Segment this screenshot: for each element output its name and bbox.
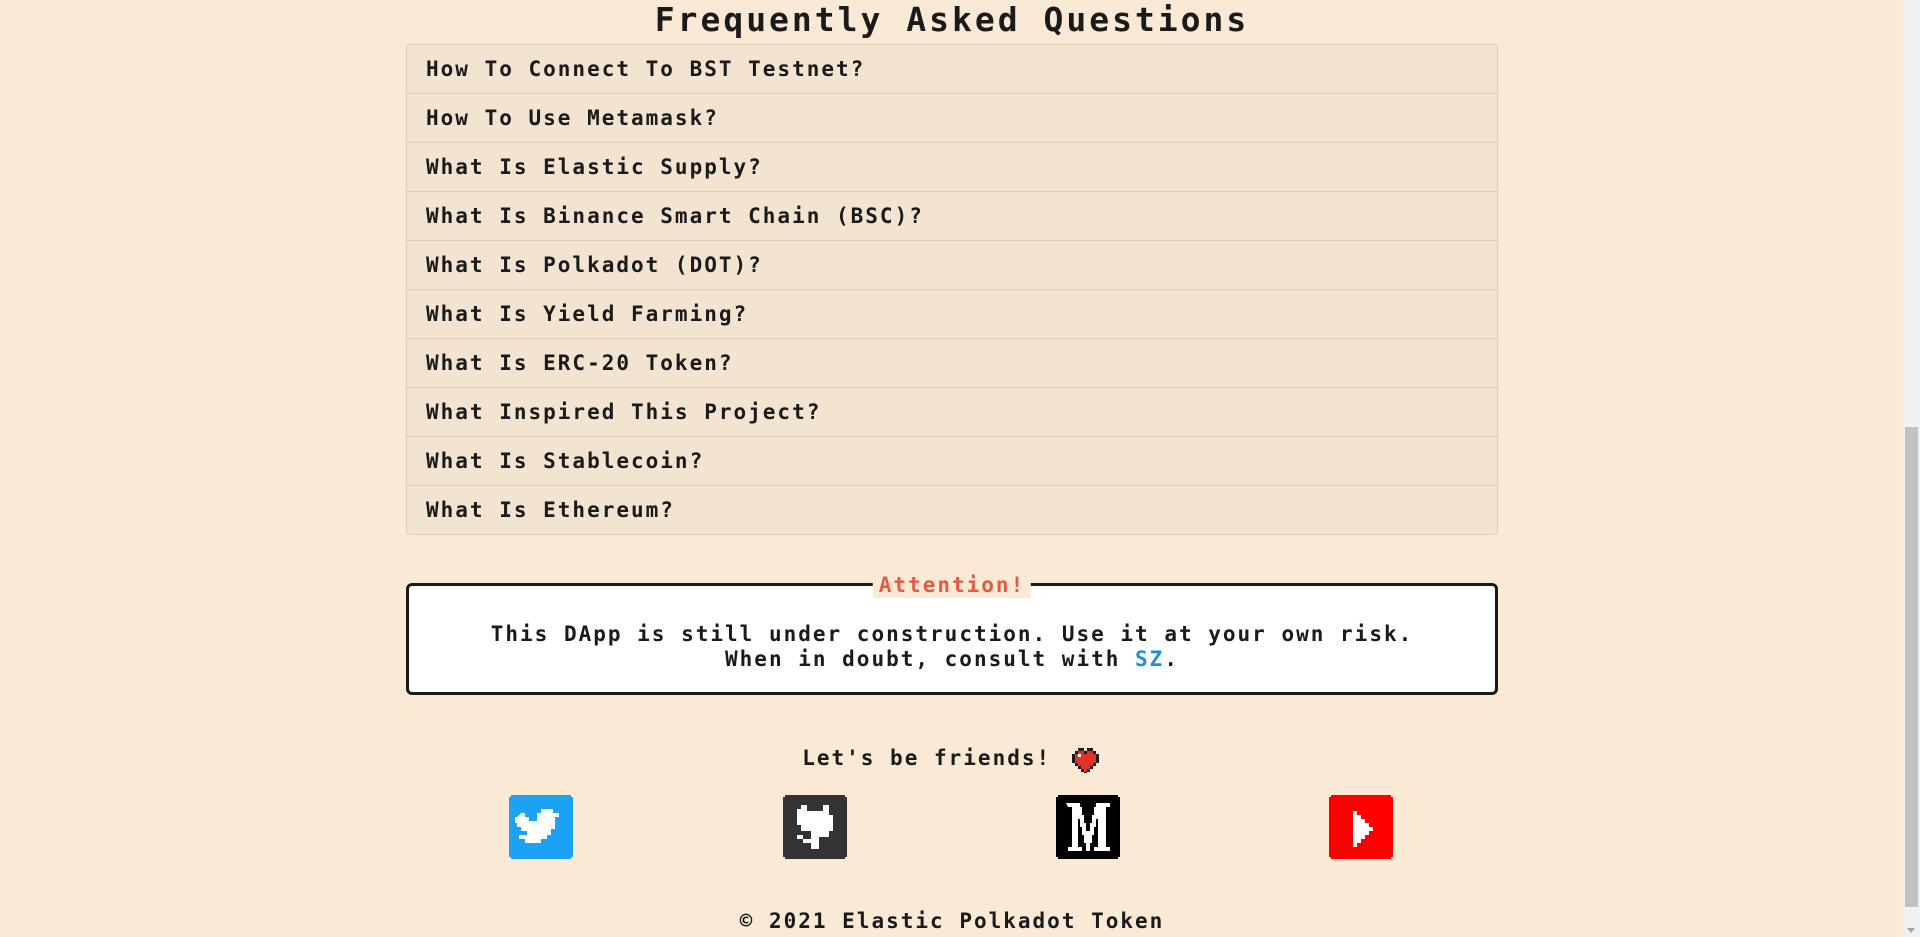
attention-line-2-suffix: . <box>1164 647 1179 671</box>
faq-item-inspired-project[interactable]: What Inspired This Project? <box>407 388 1497 437</box>
attention-box: Attention! This DApp is still under cons… <box>406 572 1498 695</box>
medium-link[interactable] <box>1056 795 1120 859</box>
faq-item-ethereum[interactable]: What Is Ethereum? <box>407 486 1497 534</box>
faq-item-erc20-token[interactable]: What Is ERC-20 Token? <box>407 339 1497 388</box>
youtube-link[interactable] <box>1329 795 1393 859</box>
sz-link[interactable]: SZ <box>1135 647 1164 671</box>
faq-item-polkadot[interactable]: What Is Polkadot (DOT)? <box>407 241 1497 290</box>
faq-item-use-metamask[interactable]: How To Use Metamask? <box>407 94 1497 143</box>
page-scrollbar[interactable] <box>1903 0 1920 937</box>
copyright-text: © 2021 Elastic Polkadot Token <box>739 909 1165 933</box>
twitter-icon <box>509 795 573 859</box>
faq-item-elastic-supply[interactable]: What Is Elastic Supply? <box>407 143 1497 192</box>
faq-item-stablecoin[interactable]: What Is Stablecoin? <box>407 437 1497 486</box>
page: Frequently Asked Questions How To Connec… <box>0 0 1920 937</box>
faq-item-connect-bst-testnet[interactable]: How To Connect To BST Testnet? <box>407 45 1497 94</box>
medium-icon <box>1056 795 1120 859</box>
github-link[interactable] <box>783 795 847 859</box>
attention-line-1: This DApp is still under construction. U… <box>490 622 1414 646</box>
faq-list: How To Connect To BST Testnet? How To Us… <box>406 44 1498 535</box>
attention-line-2: When in doubt, consult with SZ. <box>409 647 1495 672</box>
scrollbar-thumb[interactable] <box>1905 427 1918 907</box>
faq-title: Frequently Asked Questions <box>654 0 1250 39</box>
attention-message: This DApp is still under construction. U… <box>409 622 1495 672</box>
main-content: Frequently Asked Questions How To Connec… <box>0 0 1900 937</box>
github-icon <box>783 795 847 859</box>
attention-line-2-prefix: When in doubt, consult with <box>725 647 1136 671</box>
faq-item-yield-farming[interactable]: What Is Yield Farming? <box>407 290 1497 339</box>
friends-section: Let's be friends! <box>406 740 1498 776</box>
twitter-link[interactable] <box>509 795 573 859</box>
friends-text: Let's be friends! <box>802 746 1052 770</box>
scroll-down-arrow-icon[interactable] <box>1907 928 1915 933</box>
heart-icon <box>1071 745 1102 775</box>
attention-title: Attention! <box>872 572 1032 598</box>
youtube-icon <box>1329 795 1393 859</box>
faq-item-binance-smart-chain[interactable]: What Is Binance Smart Chain (BSC)? <box>407 192 1497 241</box>
